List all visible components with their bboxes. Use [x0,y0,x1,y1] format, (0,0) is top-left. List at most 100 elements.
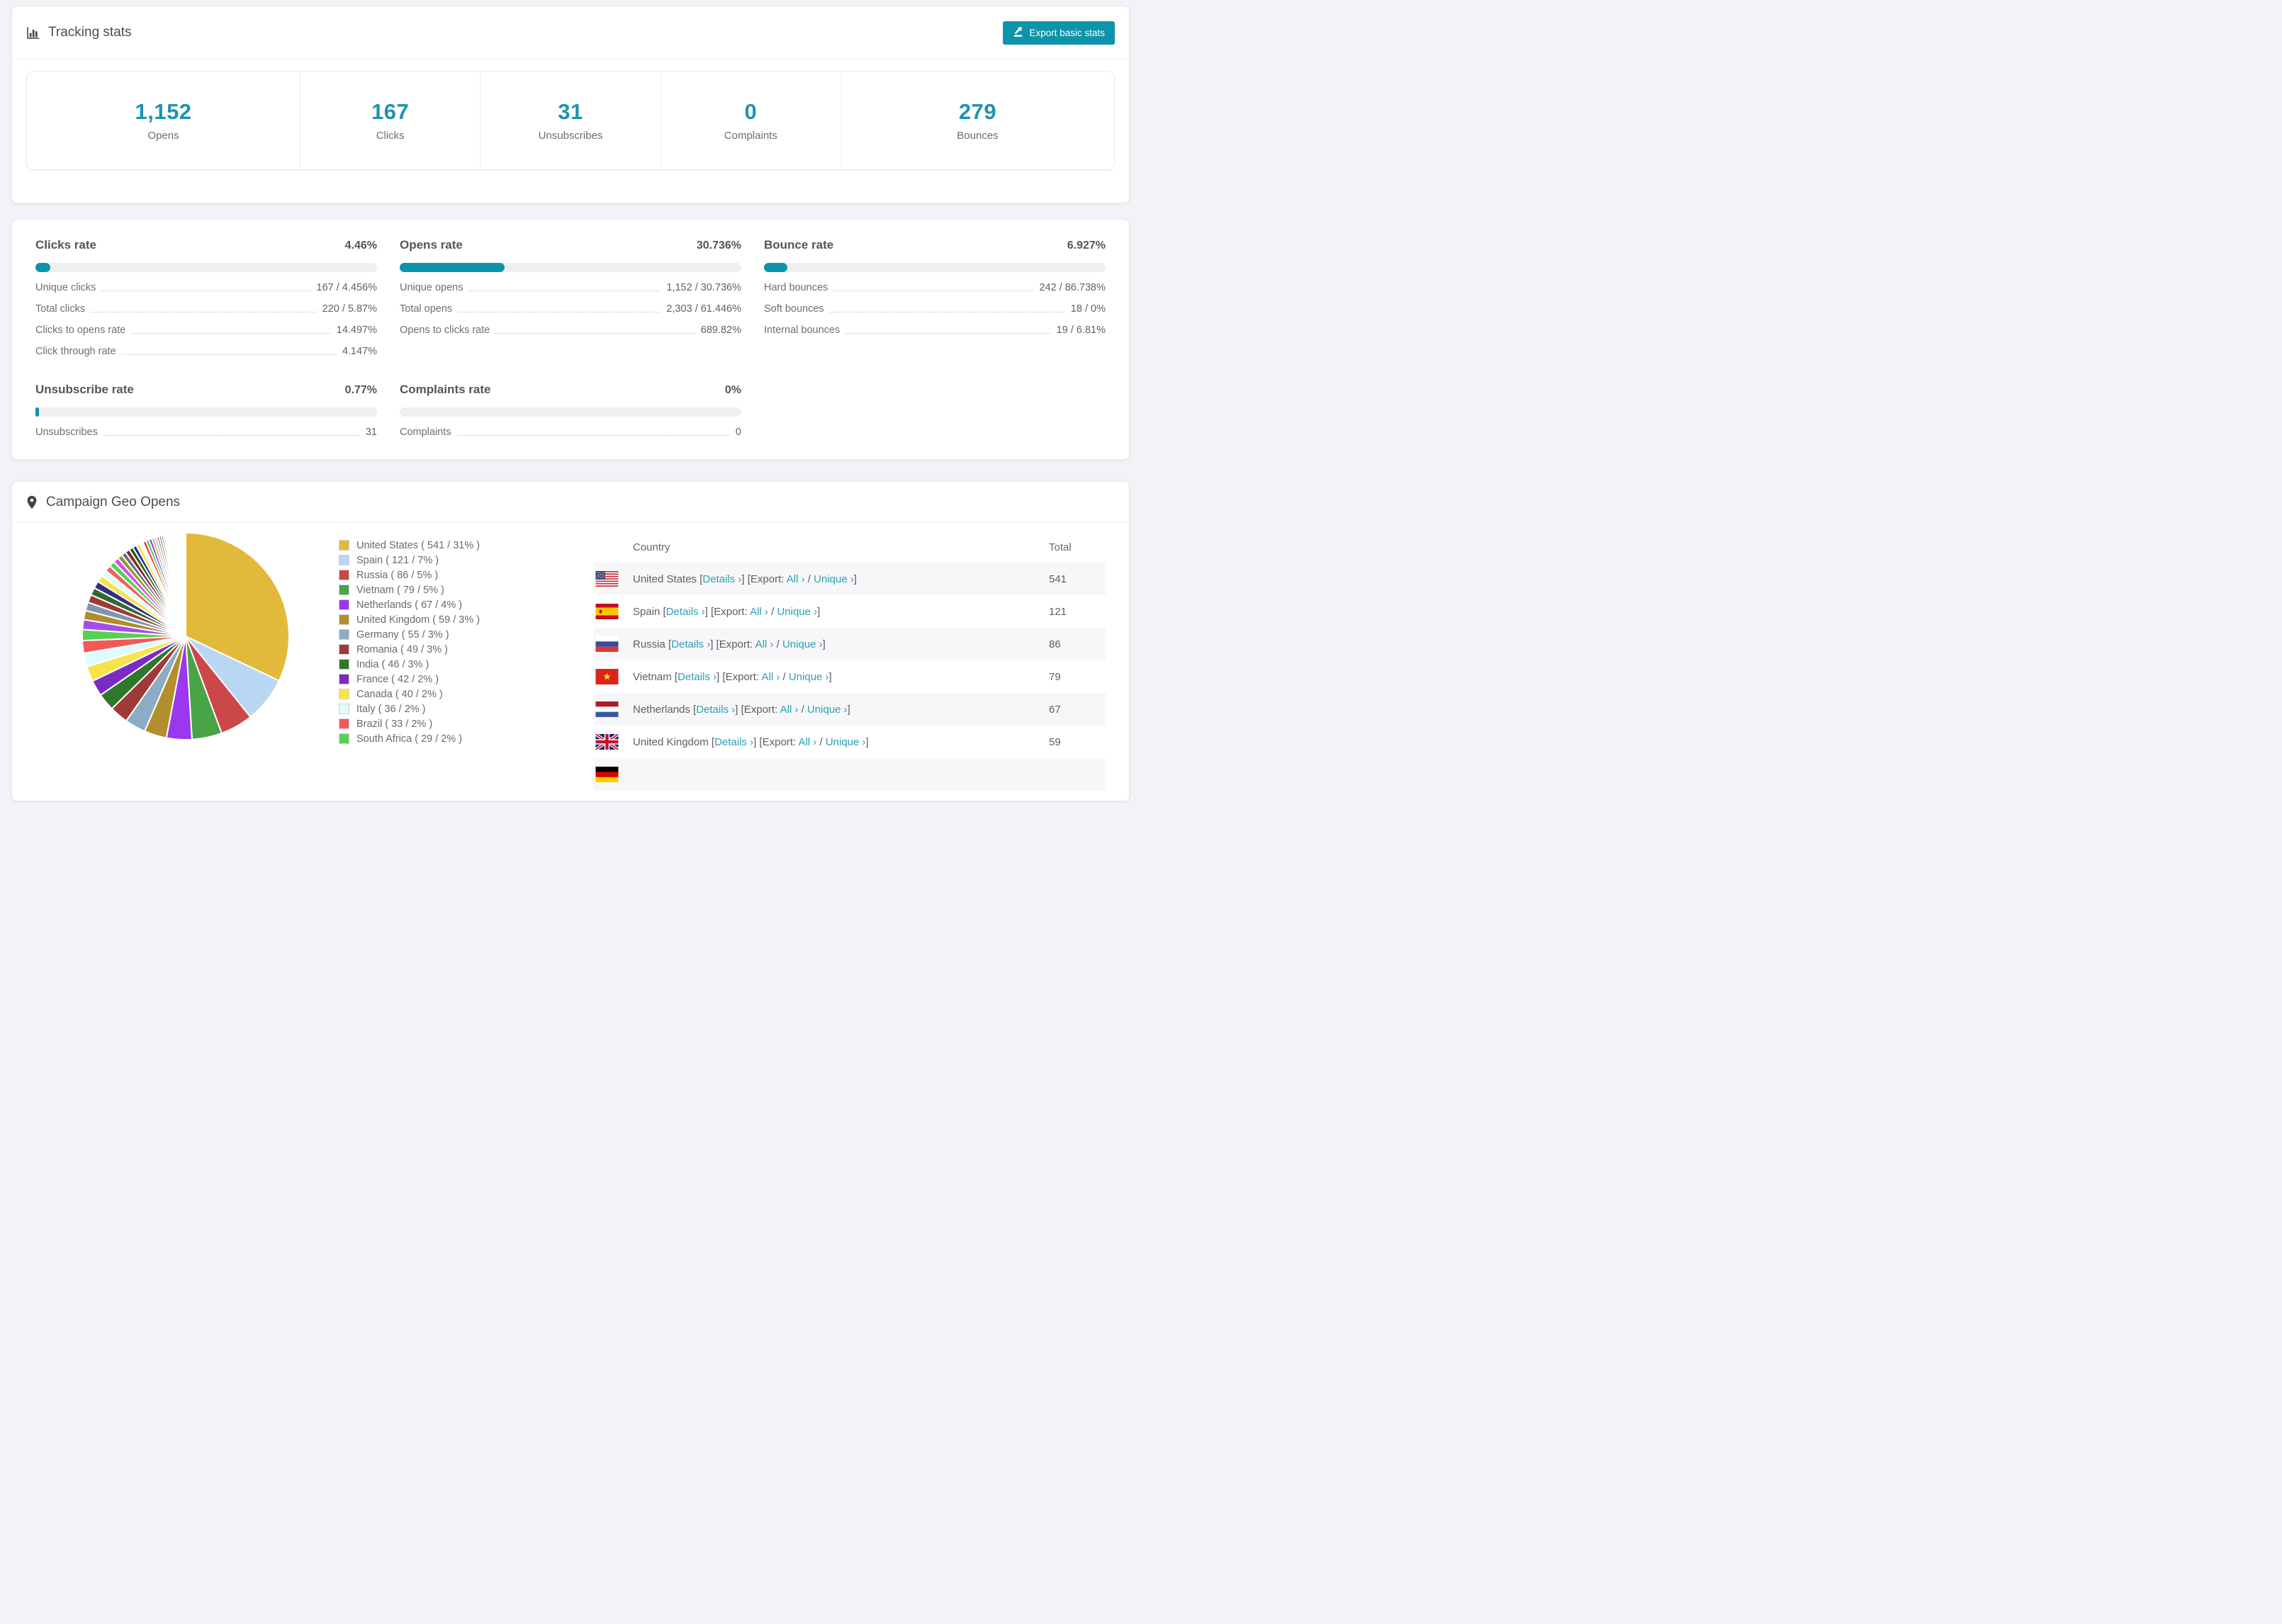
geo-total-cell: 121 [1049,605,1067,618]
rate-block-complaints-rate: Complaints rate 0% Complaints 0 [400,383,741,438]
summary-bounces: 279 Bounces [841,72,1114,169]
rate-head: Opens rate 30.736% [400,238,741,252]
legend-item-romania[interactable]: Romania ( 49 / 3% ) [339,644,573,655]
rate-value: 4.46% [344,239,377,252]
export-icon [1013,26,1023,39]
tracking-stats-title: Tracking stats [26,25,132,40]
geo-pie-chart[interactable] [81,531,291,741]
flag-es-icon [595,604,619,619]
summary-label: Opens [147,130,179,142]
legend-item-netherlands[interactable]: Netherlands ( 67 / 4% ) [339,599,573,611]
legend-item-spain[interactable]: Spain ( 121 / 7% ) [339,555,573,566]
rate-value: 30.736% [696,239,741,252]
progress-fill [400,263,505,272]
export-unique-link[interactable]: Unique › [777,606,817,618]
details-link[interactable]: Details › [666,606,705,618]
legend-item-italy[interactable]: Italy ( 36 / 2% ) [339,704,573,715]
flag-vn-icon [595,669,619,684]
campaign-geo-opens-card: Campaign Geo Opens United States ( 541 /… [11,481,1130,801]
progress-bar [400,263,741,272]
export-unique-link[interactable]: Unique › [807,704,848,716]
legend-label: Vietnam ( 79 / 5% ) [356,585,444,596]
export-unique-link[interactable]: Unique › [789,671,829,683]
legend-item-france[interactable]: France ( 42 / 2% ) [339,674,573,685]
legend-item-vietnam[interactable]: Vietnam ( 79 / 5% ) [339,585,573,596]
geo-header: Campaign Geo Opens [12,482,1129,522]
export-all-link[interactable]: All › [780,704,799,716]
tracking-stats-title-text: Tracking stats [48,25,132,40]
geo-table-row [594,758,1106,791]
details-link[interactable]: Details › [671,638,710,650]
stat-row-complaints: Complaints 0 [400,427,741,438]
rate-head: Unsubscribe rate 0.77% [35,383,377,397]
progress-bar [35,263,377,272]
dotted-leader [131,333,331,334]
legend-item-united-kingdom[interactable]: United Kingdom ( 59 / 3% ) [339,614,573,626]
legend-label: United States ( 541 / 31% ) [356,540,480,551]
stat-row-total-opens: Total opens 2,303 / 61.446% [400,303,741,315]
export-all-link[interactable]: All › [787,573,805,585]
rate-head: Clicks rate 4.46% [35,238,377,252]
details-link[interactable]: Details › [702,573,741,585]
legend-item-south-africa[interactable]: South Africa ( 29 / 2% ) [339,733,573,745]
details-link[interactable]: Details › [678,671,716,683]
legend-swatch [339,570,349,580]
geo-total-cell: 59 [1049,735,1061,748]
export-basic-stats-button[interactable]: Export basic stats [1003,21,1115,45]
stat-row-hard-bounces: Hard bounces 242 / 86.738% [764,282,1106,293]
geo-total-cell: 541 [1049,573,1067,585]
legend-item-germany[interactable]: Germany ( 55 / 3% ) [339,629,573,641]
details-link[interactable]: Details › [696,704,735,716]
rate-block-clicks-rate: Clicks rate 4.46% Unique clicks 167 / 4.… [35,238,377,357]
legend-swatch [339,689,349,699]
stat-row-unsubscribes: Unsubscribes 31 [35,427,377,438]
geo-country-cell: Netherlands [Details ›] [Export: All › /… [633,703,850,716]
bar-chart-icon [26,26,40,40]
legend-item-united-states[interactable]: United States ( 541 / 31% ) [339,540,573,551]
geo-total-cell: 67 [1049,703,1061,716]
legend-item-russia[interactable]: Russia ( 86 / 5% ) [339,570,573,581]
geo-table-row-vietnam: Vietnam [Details ›] [Export: All › / Uni… [594,660,1106,693]
export-unique-link[interactable]: Unique › [814,573,854,585]
tracking-stats-header: Tracking stats Export basic stats [12,6,1129,59]
dotted-leader [845,333,1051,334]
stat-row-soft-bounces: Soft bounces 18 / 0% [764,303,1106,315]
export-all-link[interactable]: All › [798,736,816,748]
legend-label: Spain ( 121 / 7% ) [356,555,439,566]
export-unique-link[interactable]: Unique › [826,736,866,748]
geo-total-cell: 86 [1049,638,1061,650]
legend-item-india[interactable]: India ( 46 / 3% ) [339,659,573,670]
summary-value: 31 [558,99,583,124]
legend-swatch [339,674,349,684]
legend-label: Germany ( 55 / 3% ) [356,629,449,641]
progress-bar [35,407,377,417]
geo-table: Country Total United States [Details ›] … [594,531,1106,791]
flag-ru-icon [595,636,619,652]
header-divider [12,59,1129,60]
summary-label: Unsubscribes [538,130,603,142]
legend-label: Canada ( 40 / 2% ) [356,689,443,700]
legend-swatch [339,629,349,640]
pie-slice[interactable] [184,531,186,637]
legend-label: India ( 46 / 3% ) [356,659,429,670]
tracking-stats-card: Tracking stats Export basic stats 1,152 O… [11,6,1130,203]
export-all-link[interactable]: All › [755,638,774,650]
geo-table-row-netherlands: Netherlands [Details ›] [Export: All › /… [594,693,1106,726]
summary-clicks: 167 Clicks [300,72,481,169]
export-all-link[interactable]: All › [761,671,780,683]
legend-swatch [339,599,349,610]
export-unique-link[interactable]: Unique › [782,638,823,650]
geo-table-row-united-kingdom: United Kingdom [Details ›] [Export: All … [594,726,1106,758]
export-all-link[interactable]: All › [750,606,768,618]
legend-item-brazil[interactable]: Brazil ( 33 / 2% ) [339,718,573,730]
legend-label: South Africa ( 29 / 2% ) [356,733,463,745]
stat-row-clicks-to-opens-rate: Clicks to opens rate 14.497% [35,325,377,336]
legend-swatch [339,644,349,655]
summary-value: 0 [744,99,758,124]
flag-us-icon [595,571,619,587]
flag-gb-icon [595,734,619,750]
details-link[interactable]: Details › [714,736,753,748]
legend-item-canada[interactable]: Canada ( 40 / 2% ) [339,689,573,700]
legend-swatch [339,733,349,744]
flag-de-icon [595,767,619,782]
